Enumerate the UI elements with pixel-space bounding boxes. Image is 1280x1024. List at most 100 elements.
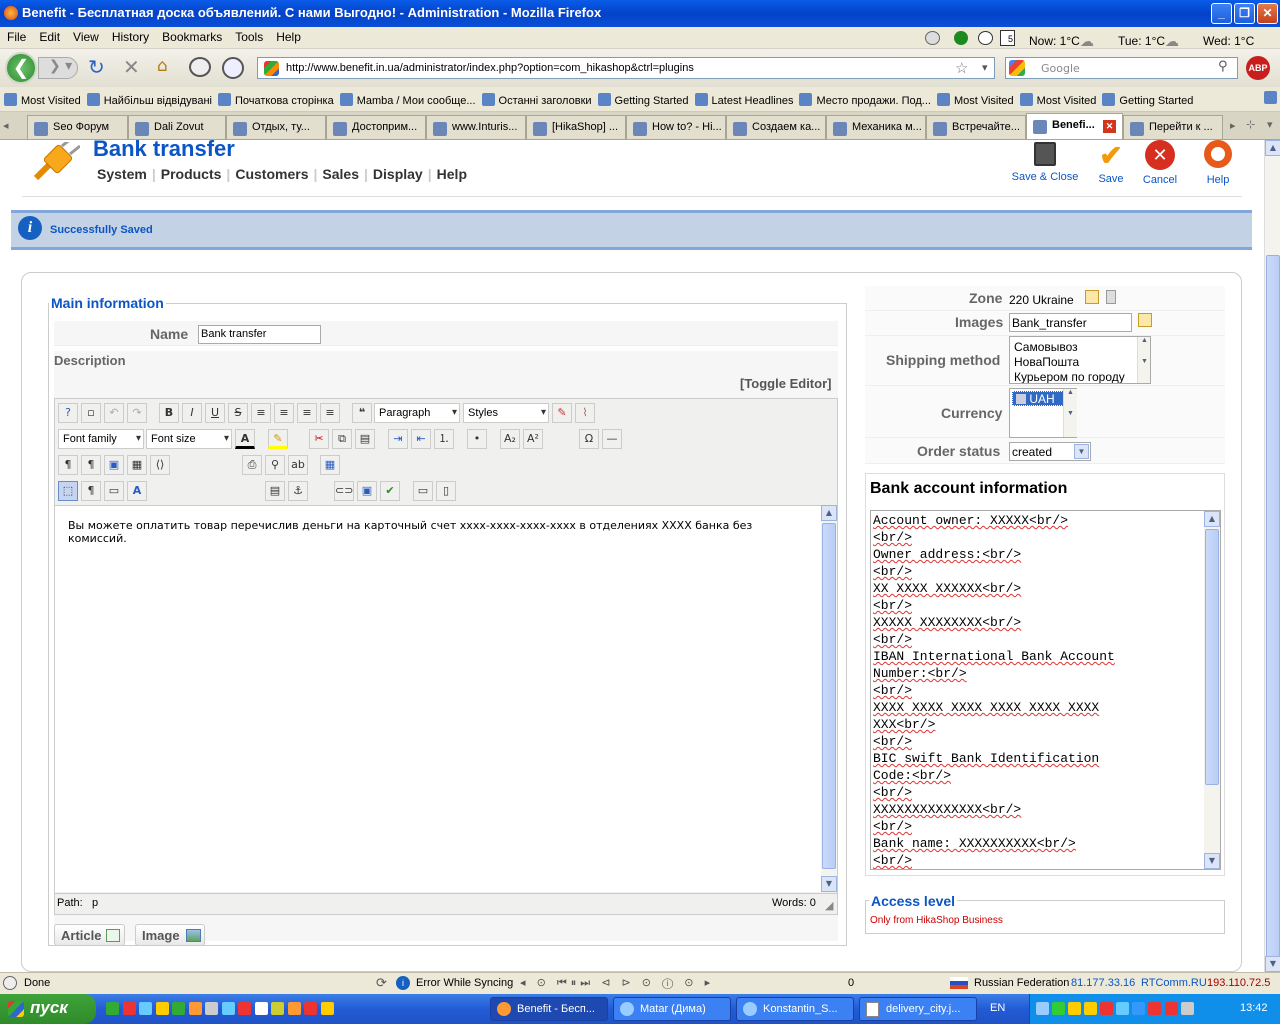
menu-file[interactable]: File — [0, 27, 32, 44]
align-justify-icon[interactable]: ≡ — [251, 403, 271, 423]
scroll-down-icon[interactable]: ▼ — [821, 876, 837, 892]
quicklaunch-icon[interactable] — [188, 1001, 202, 1015]
tab-list-icon[interactable]: ▾ — [1267, 118, 1273, 131]
tab-scroll-right-icon[interactable]: ▸ — [1230, 119, 1236, 132]
page-scrollbar[interactable]: ▲ ▼ — [1264, 140, 1280, 972]
find-icon[interactable]: ⚲ — [265, 455, 285, 475]
menu-edit[interactable]: Edit — [32, 27, 66, 44]
chevron-right-icon[interactable]: » — [1264, 91, 1280, 105]
visual-aid-icon[interactable]: ⬚ — [58, 481, 78, 501]
info-icon[interactable] — [222, 57, 244, 79]
search-icon[interactable]: ⚲ — [1218, 59, 1228, 74]
media-controls[interactable]: ◂ ⊙ ⏮⏸⏭ ⊲ ⊳ ⊙ ⓘ ⊙ ▸ — [520, 976, 714, 990]
menu-view[interactable]: View — [66, 27, 105, 44]
taskbar-item[interactable]: Benefit - Бесп... — [490, 997, 608, 1021]
quicklaunch-icon[interactable] — [287, 1001, 301, 1015]
image-icon[interactable]: ▣ — [357, 481, 377, 501]
highlight-color-icon[interactable]: ✎ — [268, 429, 288, 449]
save-close-button[interactable]: Save & Close — [1010, 142, 1080, 183]
bookmark-item[interactable]: Место продажи. Под... — [799, 93, 930, 107]
chat-icon[interactable] — [189, 57, 211, 77]
scroll-up-icon[interactable]: ▲ — [821, 505, 837, 521]
sync-status[interactable]: Error While Syncing — [416, 977, 513, 989]
taskbar-item[interactable]: Matar (Дима) — [613, 997, 731, 1021]
scroll-up-icon[interactable]: ▲ — [1204, 511, 1220, 527]
bookmark-item[interactable]: Останні заголовки — [482, 93, 592, 107]
browser-tab[interactable]: Механика м... — [826, 115, 926, 139]
submenu-system[interactable]: System — [97, 166, 147, 182]
scroll-up-icon[interactable]: ▲ — [1265, 140, 1280, 156]
scroll-thumb[interactable] — [1266, 255, 1280, 957]
align-left-icon[interactable]: ≡ — [297, 403, 317, 423]
url-field[interactable]: http://www.benefit.in.ua/administrator/i… — [257, 57, 995, 79]
quicklaunch-icon[interactable] — [155, 1001, 169, 1015]
textarea-scrollbar[interactable]: ▲ ▼ — [1204, 511, 1220, 869]
browser-tab[interactable]: [HikaShop] ... — [526, 115, 626, 139]
pagebreak-icon[interactable]: ▭ — [413, 481, 433, 501]
bookmark-item[interactable]: Most Visited — [937, 93, 1014, 107]
underline-icon[interactable]: U — [205, 403, 225, 423]
template-icon[interactable]: ▦ — [127, 455, 147, 475]
name-input[interactable]: Bank transfer — [198, 325, 321, 344]
tray-icon[interactable] — [1084, 1002, 1098, 1015]
browser-tab[interactable]: www.Inturis... — [426, 115, 526, 139]
submenu-display[interactable]: Display — [373, 166, 423, 182]
quicklaunch-icon[interactable] — [205, 1001, 218, 1015]
tray-icon[interactable] — [1052, 1002, 1066, 1015]
help-icon[interactable]: ? — [58, 403, 78, 423]
stop-icon[interactable]: ✕ — [123, 55, 140, 79]
search-field[interactable]: Google ⚲ — [1005, 57, 1238, 79]
edit-zone-icon[interactable] — [1085, 290, 1099, 304]
styleprops-icon[interactable]: A — [127, 481, 147, 501]
align-center-icon[interactable]: ≡ — [274, 403, 294, 423]
bookmark-item[interactable]: Найбільш відвідувані — [87, 93, 212, 107]
copy-icon[interactable]: ⧉ — [332, 429, 352, 449]
clock[interactable]: 13:42 — [1240, 1002, 1268, 1014]
browser-tab[interactable]: Dali Zovut — [128, 115, 226, 139]
bookmark-item[interactable]: Mamba / Мои сообще... — [340, 93, 476, 107]
insert-char-icon[interactable]: Ω — [579, 429, 599, 449]
list-scrollbar[interactable]: ▲ ▼ — [1063, 389, 1077, 437]
font-size-select[interactable]: Font size — [146, 429, 232, 449]
replace-icon[interactable]: ab — [288, 455, 308, 475]
quicklaunch-icon[interactable] — [106, 1001, 119, 1015]
shipping-option[interactable]: Самовывоз — [1010, 337, 1150, 355]
quicklaunch-icon[interactable] — [172, 1001, 185, 1015]
cancel-button[interactable]: ✕ Cancel — [1138, 140, 1182, 186]
bookmark-item[interactable]: Getting Started — [598, 93, 689, 107]
cleanup-broom-icon[interactable]: ⌇ — [575, 403, 595, 423]
menu-bookmarks[interactable]: Bookmarks — [155, 27, 228, 44]
editor-content-area[interactable]: Вы можете оплатить товар перечислив день… — [55, 505, 821, 892]
font-family-select[interactable]: Font family — [58, 429, 144, 449]
browser-tab[interactable]: Создаем ка... — [726, 115, 826, 139]
new-tab-icon[interactable]: ⊹ — [1246, 118, 1255, 131]
bookmark-star-icon[interactable]: ☆ — [955, 59, 968, 77]
bookmark-item[interactable]: Latest Headlines — [695, 93, 794, 107]
quicklaunch-icon[interactable] — [254, 1001, 268, 1015]
edit-image-icon[interactable] — [1138, 313, 1152, 327]
taskbar-item[interactable]: Konstantin_S... — [736, 997, 854, 1021]
readmore-icon[interactable]: ▯ — [436, 481, 456, 501]
language-indicator[interactable]: EN — [990, 1002, 1005, 1014]
bullet-list-icon[interactable]: • — [467, 429, 487, 449]
browser-tab-active[interactable]: Benefi... ✕ — [1026, 113, 1123, 139]
scroll-thumb[interactable] — [1205, 529, 1219, 785]
undo-icon[interactable]: ↶ — [104, 403, 124, 423]
menu-help[interactable]: Help — [269, 27, 307, 44]
quicklaunch-icon[interactable] — [238, 1001, 251, 1015]
submenu-customers[interactable]: Customers — [235, 166, 308, 182]
browser-tab[interactable]: Достоприм... — [326, 115, 426, 139]
align-right-icon[interactable]: ≡ — [320, 403, 340, 423]
browser-tab[interactable]: Seo Форум — [27, 115, 128, 139]
bold-icon[interactable]: B — [159, 403, 179, 423]
blockquote-icon[interactable]: ❝ — [352, 403, 372, 423]
scroll-down-icon[interactable]: ▼ — [1204, 853, 1220, 869]
home-icon[interactable]: ⌂ — [157, 56, 168, 76]
tray-icon[interactable] — [1148, 1002, 1162, 1015]
minimize-button[interactable]: _ — [1211, 3, 1232, 24]
show-blocks-icon[interactable]: ¶ — [81, 481, 101, 501]
italic-icon[interactable]: I — [182, 403, 202, 423]
delete-zone-icon[interactable] — [1106, 290, 1116, 304]
url-dropdown-icon[interactable]: ▾ — [982, 61, 988, 74]
strikethrough-icon[interactable]: S — [228, 403, 248, 423]
